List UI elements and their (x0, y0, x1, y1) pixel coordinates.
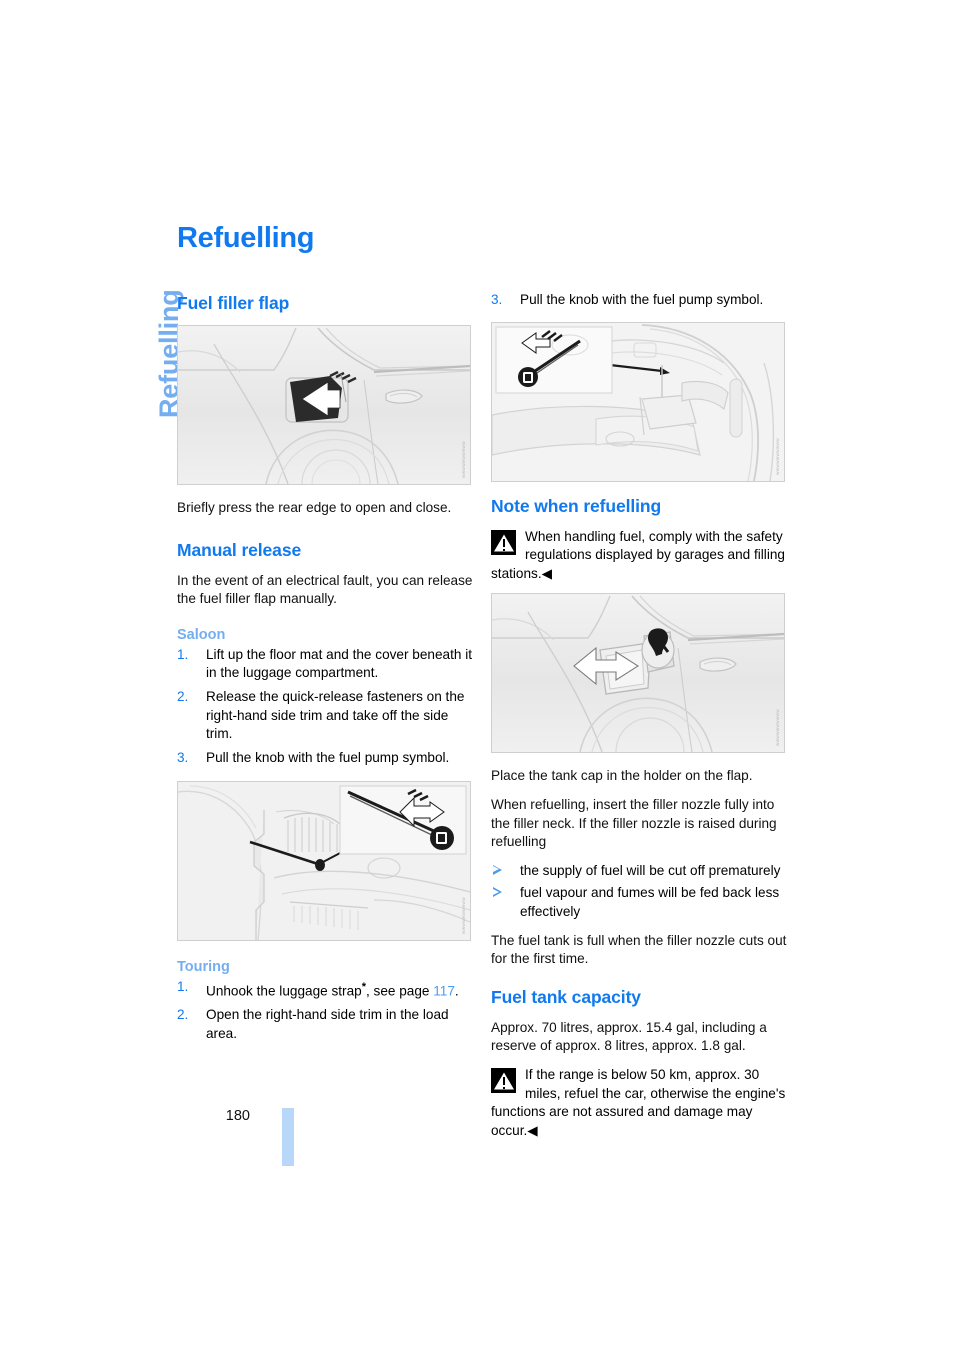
touring-release-knob-illustration: WWWWWWWWWW (491, 321, 785, 482)
page-number: 180 (225, 1108, 250, 1124)
list-item: 3. Pull the knob with the fuel pump symb… (491, 291, 787, 310)
step-number: 1. (177, 979, 189, 995)
paragraph-place-tank-cap: Place the tank cap in the holder on the … (491, 768, 753, 784)
list-item: 1. Unhook the luggage strap*, see page 1… (177, 978, 473, 1001)
step-number: 2. (177, 688, 189, 704)
step-text: Release the quick-release fasteners on t… (206, 688, 465, 742)
left-column: Refuelling Fuel filler flap WWWWWWWWWW B… (177, 222, 473, 1049)
saloon-steps-list: 1. Lift up the floor mat and the cover b… (177, 646, 473, 768)
manual-page: Refuelling Refuelling Fuel filler flap W… (0, 0, 954, 1351)
list-item: 1. Lift up the floor mat and the cover b… (177, 646, 473, 683)
step-text-after: . (454, 983, 459, 999)
touring-steps-list: 1. Unhook the luggage strap*, see page 1… (177, 978, 473, 1043)
warning-triangle-icon (491, 529, 516, 555)
step-text: Unhook the luggage strap (206, 983, 362, 999)
warning-note-low-range: If the range is below 50 km, approx. 30 … (491, 1066, 787, 1140)
heading-saloon: Saloon (177, 626, 226, 643)
paragraph-tank-capacity: Approx. 70 litres, approx. 15.4 gal, inc… (491, 1019, 767, 1054)
step-text: Pull the knob with the fuel pump symbol. (520, 292, 764, 307)
list-item: 3. Pull the knob with the fuel pump symb… (177, 749, 473, 768)
page-cross-reference[interactable]: 117 (433, 984, 455, 999)
car-side-panel-open-flap-drawing (492, 594, 784, 753)
step-text: Lift up the floor mat and the cover bene… (206, 646, 473, 681)
step-number: 2. (177, 1007, 189, 1023)
figure-credit: WWWWWWWWWW (776, 709, 780, 747)
fuel-filler-flap-open-illustration: WWWWWWWWWW (491, 593, 785, 754)
saloon-release-knob-illustration: WWWWWWWWWW (177, 781, 471, 942)
step-number: 3. (491, 292, 503, 307)
figure-credit: WWWWWWWWWW (462, 897, 466, 935)
fuel-filler-flap-closed-illustration: WWWWWWWWWW (177, 325, 471, 485)
running-head-tab: Refuelling (118, 222, 184, 422)
section-heading-fuel-filler-flap: Fuel filler flap (177, 293, 290, 313)
step-text-mid: , see page (365, 983, 434, 999)
bullet-text: fuel vapour and fumes will be fed back l… (520, 885, 780, 919)
step-number: 1. (177, 646, 189, 662)
right-column-step-list: 3. Pull the knob with the fuel pump symb… (491, 291, 787, 310)
warning-triangle-icon (491, 1067, 516, 1093)
manual-release-intro: In the event of an electrical fault, you… (177, 572, 473, 607)
step-number: 3. (177, 749, 189, 765)
warning-text: When handling fuel, comply with the safe… (491, 528, 785, 581)
heading-note-when-refuelling: Note when refuelling (491, 495, 662, 516)
boot-interior-knob-drawing (492, 322, 784, 481)
warning-note-handling-fuel: When handling fuel, comply with the safe… (491, 528, 787, 584)
section-end-mark: ◀ (541, 565, 553, 581)
page-footer: 180 (177, 1108, 307, 1188)
page-marker-bar (282, 1108, 294, 1166)
paragraph-tank-full: The fuel tank is full when the filler no… (491, 932, 787, 967)
triangle-bullet-icon (493, 864, 502, 875)
paragraph-insert-filler-nozzle: When refuelling, insert the filler nozzl… (491, 796, 777, 850)
car-side-panel-drawing (178, 326, 470, 484)
triangle-bullet-icon (493, 887, 502, 898)
list-item: fuel vapour and fumes will be fed back l… (491, 884, 787, 921)
step-text: Open the right-hand side trim in the loa… (206, 1007, 449, 1042)
heading-touring: Touring (177, 959, 230, 976)
luggage-compartment-knob-drawing (178, 782, 470, 941)
list-item: the supply of fuel will be cut off prema… (491, 862, 787, 881)
heading-fuel-tank-capacity: Fuel tank capacity (491, 986, 641, 1007)
refuelling-consequences-list: the supply of fuel will be cut off prema… (491, 862, 787, 922)
right-column: 3. Pull the knob with the fuel pump symb… (491, 291, 787, 1150)
bullet-text: the supply of fuel will be cut off prema… (520, 862, 781, 878)
step-text: Pull the knob with the fuel pump symbol. (206, 749, 450, 765)
page-title: Refuelling (177, 222, 315, 254)
list-item: 2. Release the quick-release fasteners o… (177, 688, 473, 744)
figure-credit: WWWWWWWWWW (462, 441, 466, 478)
figure-credit: WWWWWWWWWW (776, 437, 780, 475)
heading-manual-release: Manual release (177, 539, 302, 560)
figure-caption-press-rear-edge: Briefly press the rear edge to open and … (177, 500, 452, 515)
section-end-mark: ◀ (527, 1122, 538, 1138)
list-item: 2. Open the right-hand side trim in the … (177, 1006, 473, 1043)
